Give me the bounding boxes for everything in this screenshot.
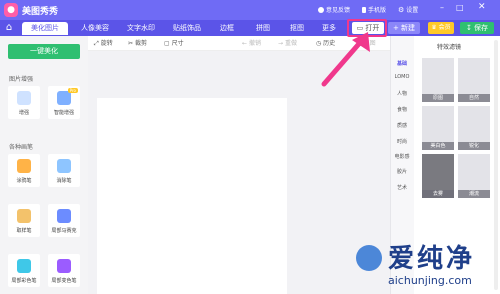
section-brush-heading: 各种画笔 [9,144,34,151]
gear-icon: ⚙ [398,5,405,14]
feedback-icon [318,6,324,13]
filter-natural[interactable]: 自然 [458,58,490,102]
tool-change-color[interactable]: 局部变色笔 [48,254,80,287]
filter-dehaze[interactable]: 去雾 [422,154,454,198]
tab-beautify[interactable]: 美化图片 [22,22,68,35]
tool-sample-brush[interactable]: 取样笔 [8,204,40,237]
title-bar: ● 美图秀秀 意见反馈 手机版 ⚙ 设置 – □ ✕ [0,0,500,20]
app-logo-icon: ● [4,3,18,17]
maximize-icon[interactable]: □ [456,3,464,12]
crown-icon: ♛ [431,24,437,31]
tool-eraser[interactable]: 消除笔 [48,154,80,187]
size-icon: ▢ [164,40,170,47]
category-basic[interactable]: 基础 [390,60,414,67]
redo-icon: → [278,40,284,47]
save-button[interactable]: ↧ 保存 [460,22,494,34]
rotate-icon: ⤢ [94,40,99,47]
plus-icon: + [392,24,399,32]
category-food[interactable]: 食物 [390,106,414,113]
minimize-icon[interactable]: – [440,3,444,12]
color-pen-icon [17,259,31,273]
tool-smart-enhance[interactable]: Pro 智能增强 [48,86,80,119]
tool-doodle-brush[interactable]: 涂鸦笔 [8,154,40,187]
rotate-button[interactable]: ⤢ 旋转 [94,38,113,48]
filter-scrollbar[interactable] [494,40,498,290]
category-cinematic[interactable]: 电影感 [390,153,414,160]
home-icon[interactable]: ⌂ [2,21,16,35]
brush-icon [17,159,31,173]
pointer-arrow-icon [321,32,370,87]
tab-cutout[interactable]: 抠图 [280,22,314,35]
vip-button[interactable]: ♛ 会员 [428,22,454,34]
pro-badge: Pro [67,88,78,93]
section-enhance-heading: 图片增强 [9,76,34,83]
crop-button[interactable]: ✂ 裁剪 [128,38,147,47]
category-film[interactable]: 胶片 [390,168,414,175]
tab-text-watermark[interactable]: 文字水印 [118,22,164,35]
app-title: 美图秀秀 [22,7,59,17]
tool-mosaic[interactable]: 局部马赛克 [48,204,80,237]
close-icon[interactable]: ✕ [478,2,486,12]
tab-frame[interactable]: 边框 [210,22,244,35]
filter-sharpen[interactable]: 锐化 [458,106,490,150]
settings-link[interactable]: ⚙ 设置 [398,5,418,15]
category-fashion[interactable]: 时尚 [390,138,414,145]
redo-button[interactable]: → 重做 [278,38,297,47]
tab-portrait[interactable]: 人像美容 [72,22,118,35]
category-people[interactable]: 人物 [390,90,414,97]
tab-stickers[interactable]: 贴纸饰品 [164,22,210,35]
undo-icon: ← [242,40,248,47]
category-texture[interactable]: 质感 [390,122,414,129]
undo-button[interactable]: ← 撤销 [242,38,261,47]
sample-brush-icon [17,209,31,223]
filter-panel-title: 特效滤镜 [436,44,461,51]
image-canvas[interactable] [97,98,287,294]
watermark-url: aichunjing.com [388,274,472,287]
eraser-icon [57,159,71,173]
tab-collage[interactable]: 拼图 [246,22,280,35]
tool-enhance[interactable]: 增强 [8,86,40,119]
filter-whitening[interactable]: 美白色 [422,106,454,150]
category-art[interactable]: 艺术 [390,184,414,191]
mosaic-icon [57,209,71,223]
filter-trend[interactable]: 潮流 [458,154,490,198]
phone-icon [362,6,366,13]
mobile-link[interactable]: 手机版 [362,5,386,14]
magic-wand-icon [57,91,71,105]
enhance-icon [17,91,31,105]
tool-color-pen[interactable]: 局部彩色笔 [8,254,40,287]
new-button[interactable]: + 新建 [388,22,420,34]
watermark-text: 爱纯净 [388,244,476,274]
category-lomo[interactable]: LOMO [390,74,414,80]
feedback-link[interactable]: 意见反馈 [318,5,350,14]
crop-icon: ✂ [128,40,134,47]
filter-original[interactable]: 原图 [422,58,454,102]
watermark-logo-icon [356,245,382,271]
change-color-icon [57,259,71,273]
one-key-beautify-button[interactable]: 一键美化 [8,44,80,59]
size-button[interactable]: ▢ 尺寸 [164,38,184,47]
save-icon: ↧ [465,24,472,32]
